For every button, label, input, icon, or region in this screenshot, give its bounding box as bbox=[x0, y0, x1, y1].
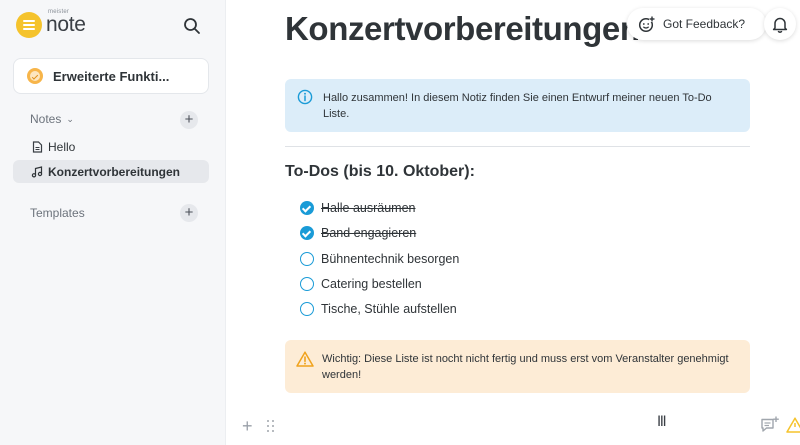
advanced-features-label: Erweiterte Funkti... bbox=[53, 68, 170, 84]
sidebar: meister note Erweiterte Funkti... Notes … bbox=[0, 0, 226, 445]
document-icon bbox=[31, 140, 43, 153]
music-note-icon bbox=[31, 165, 43, 178]
plus-icon: + bbox=[242, 416, 253, 436]
checkbox-unchecked[interactable] bbox=[300, 277, 314, 291]
advanced-features-button[interactable]: Erweiterte Funkti... bbox=[13, 58, 209, 94]
warning-icon bbox=[786, 417, 800, 433]
notifications-button[interactable] bbox=[764, 8, 796, 40]
info-callout[interactable]: Hallo zusammen! In diesem Notiz finden S… bbox=[285, 79, 750, 132]
logo-small-text: meister bbox=[48, 9, 70, 15]
text-cursor-icon: Ⅲ bbox=[657, 413, 667, 429]
templates-section-label: Templates bbox=[30, 206, 85, 220]
plus-icon: + bbox=[184, 111, 194, 128]
checkbox-unchecked[interactable] bbox=[300, 252, 314, 266]
sidebar-item-konzertvorbereitungen[interactable]: Konzertvorbereitungen bbox=[13, 160, 209, 183]
info-text: Hallo zusammen! In diesem Notiz finden S… bbox=[323, 92, 712, 120]
sidebar-item-label: Konzertvorbereitungen bbox=[48, 164, 181, 179]
search-button[interactable] bbox=[182, 16, 202, 36]
warning-indicator[interactable] bbox=[786, 417, 800, 433]
add-note-button[interactable]: + bbox=[180, 111, 198, 129]
feedback-button[interactable]: Got Feedback? bbox=[627, 8, 766, 40]
todo-item[interactable]: Bühnentechnik besorgen bbox=[300, 249, 700, 269]
comments-button[interactable] bbox=[760, 416, 780, 434]
todo-heading[interactable]: To-Dos (bis 10. Oktober): bbox=[285, 163, 475, 181]
warning-icon bbox=[296, 351, 314, 367]
todo-text: Catering bestellen bbox=[321, 277, 422, 291]
plus-icon: + bbox=[184, 204, 194, 221]
todo-text: Band engagieren bbox=[321, 226, 417, 240]
smiley-add-icon bbox=[638, 15, 655, 32]
checkbox-checked[interactable] bbox=[300, 201, 314, 215]
divider bbox=[285, 146, 750, 147]
warning-text: Wichtig: Diese Liste ist nocht nicht fer… bbox=[322, 353, 729, 381]
sidebar-item-label: Hello bbox=[48, 139, 76, 154]
checkbox-unchecked[interactable] bbox=[300, 302, 314, 316]
chevron-down-icon: ⌄ bbox=[66, 113, 74, 124]
logo[interactable]: meister note bbox=[16, 9, 86, 38]
checkbox-checked[interactable] bbox=[300, 226, 314, 240]
todo-item[interactable]: Band engagieren bbox=[300, 223, 700, 243]
comment-icon bbox=[761, 416, 779, 432]
feedback-label: Got Feedback? bbox=[663, 17, 746, 31]
info-icon bbox=[297, 89, 313, 105]
todo-item[interactable]: Catering bestellen bbox=[300, 274, 700, 294]
todo-item[interactable]: Tische, Stühle aufstellen bbox=[300, 299, 700, 319]
warning-callout[interactable]: Wichtig: Diese Liste ist nocht nicht fer… bbox=[285, 340, 750, 393]
add-template-button[interactable]: + bbox=[180, 204, 198, 222]
upgrade-icon bbox=[27, 68, 43, 84]
todo-text: Bühnentechnik besorgen bbox=[321, 252, 460, 266]
app-window: meister note Erweiterte Funkti... Notes … bbox=[0, 0, 800, 445]
drag-handle-icon[interactable] bbox=[267, 420, 275, 432]
logo-text: note bbox=[46, 13, 86, 36]
todo-text: Halle ausräumen bbox=[321, 201, 416, 215]
logo-icon bbox=[16, 12, 42, 38]
templates-section-toggle[interactable]: Templates bbox=[30, 206, 85, 220]
todo-item[interactable]: Halle ausräumen bbox=[300, 198, 700, 218]
bell-icon bbox=[772, 17, 788, 33]
search-icon bbox=[184, 18, 200, 34]
todo-text: Tische, Stühle aufstellen bbox=[321, 302, 457, 316]
notes-section-toggle[interactable]: Notes ⌄ bbox=[30, 112, 74, 126]
notes-section-label: Notes bbox=[30, 112, 62, 126]
sidebar-item-hello[interactable]: Hello bbox=[13, 135, 209, 158]
page-title[interactable]: Konzertvorbereitungen bbox=[285, 10, 640, 48]
add-block-button[interactable]: + bbox=[242, 417, 253, 435]
